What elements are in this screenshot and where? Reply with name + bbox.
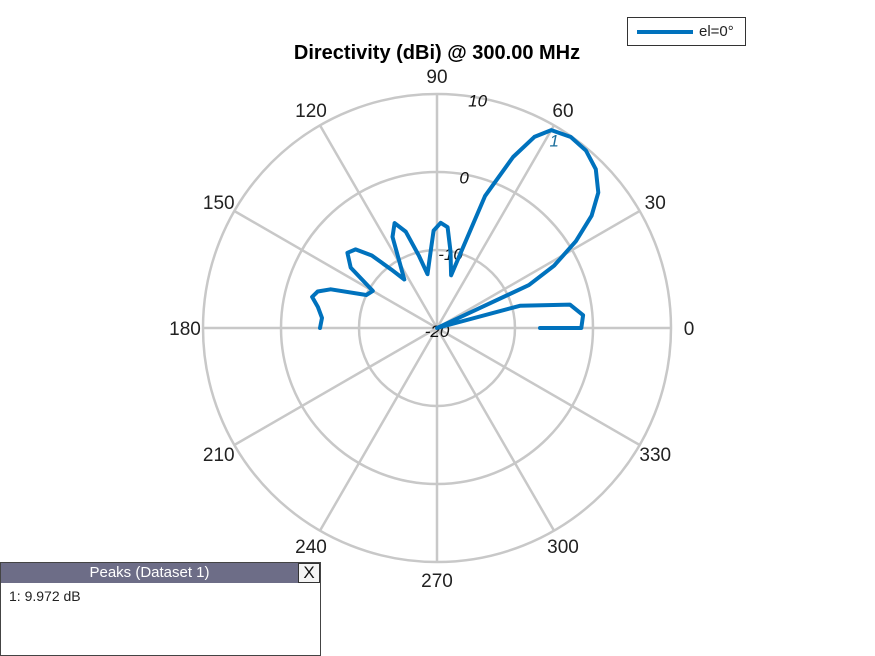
angle-tick-label: 210: [203, 445, 235, 466]
grid-spoke: [233, 326, 438, 447]
angle-tick-label: 30: [645, 193, 666, 214]
legend-label: el=0°: [699, 23, 734, 40]
angle-tick-label: 120: [295, 101, 327, 122]
angle-tick-label: 90: [426, 67, 447, 88]
grid-spoke: [318, 124, 439, 329]
legend[interactable]: el=0°: [627, 17, 746, 46]
grid-spoke: [435, 327, 556, 532]
grid-spoke: [233, 209, 438, 330]
grid-spoke: [318, 327, 439, 532]
grid-spoke: [436, 326, 641, 447]
angle-tick-label: 330: [639, 445, 671, 466]
radial-tick-label: 10: [468, 92, 487, 111]
close-button[interactable]: X: [298, 563, 320, 583]
angle-tick-label: 60: [552, 101, 573, 122]
peaks-panel-title: Peaks (Dataset 1): [1, 563, 298, 583]
angle-tick-label: 300: [547, 537, 579, 558]
grid-spoke: [435, 124, 556, 329]
angle-tick-label: 0: [684, 319, 695, 340]
legend-line-swatch: [637, 30, 693, 34]
polar-chart: Directivity (dBi) @ 300.00 MHz 030609012…: [169, 42, 695, 592]
peaks-panel: Peaks (Dataset 1) X 1: 9.972 dB: [0, 562, 321, 656]
chart-title: Directivity (dBi) @ 300.00 MHz: [294, 42, 580, 64]
peak-marker-label: 1: [550, 131, 559, 150]
grid-spoke: [436, 209, 641, 330]
angle-tick-label: 180: [169, 319, 201, 340]
angle-tick-label: 240: [295, 537, 327, 558]
radial-tick-label: 0: [459, 168, 469, 187]
angle-tick-label: 150: [203, 193, 235, 214]
angle-tick-label: 270: [421, 571, 453, 592]
peak-row: 1: 9.972 dB: [9, 588, 81, 604]
